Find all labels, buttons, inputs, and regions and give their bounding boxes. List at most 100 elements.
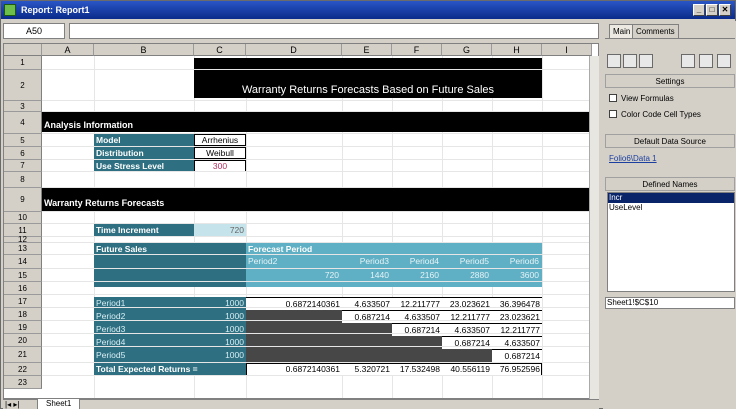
forecast-value[interactable]: 0.6872140361 <box>246 297 342 310</box>
empty-cell[interactable] <box>246 310 342 323</box>
distribution-value[interactable]: Weibull <box>194 147 246 159</box>
view-formulas-checkbox[interactable] <box>609 94 617 102</box>
select-all-corner[interactable] <box>4 44 42 56</box>
sales-value[interactable]: 1000 <box>194 349 246 362</box>
distribution-label: Distribution <box>94 147 194 159</box>
column-header[interactable]: C <box>194 44 246 56</box>
sales-value[interactable]: 1000 <box>194 297 246 310</box>
formula-input[interactable] <box>69 23 599 39</box>
forecast-value[interactable]: 4.633507 <box>392 310 442 323</box>
period-header: Period6 <box>509 256 539 266</box>
color-code-label: Color Code Cell Types <box>621 110 701 119</box>
row-header[interactable]: 23 <box>4 376 42 389</box>
color-code-checkbox[interactable] <box>609 110 617 118</box>
forecast-value[interactable]: 12.211777 <box>392 297 442 310</box>
defined-names-list: Incr UseLevel <box>607 192 735 292</box>
sales-period-label: Period4 <box>94 336 194 349</box>
defined-name-item[interactable]: Incr <box>608 193 734 203</box>
sales-value[interactable]: 1000 <box>194 323 246 336</box>
forecast-value[interactable]: 4.633507 <box>492 336 542 349</box>
forecast-value[interactable]: 0.687214 <box>492 349 542 362</box>
row-header[interactable]: 6 <box>4 147 42 160</box>
report-title: Warranty Returns Forecasts Based on Futu… <box>194 58 542 98</box>
default-source-link[interactable]: Folio6\Data 1 <box>609 154 657 163</box>
empty-cell[interactable] <box>392 336 442 349</box>
sheet-tab[interactable]: Sheet1 <box>37 399 81 409</box>
spreadsheet-grid[interactable]: A B C D E F G H I 1 2 3 4 5 6 7 8 9 10 11 12 13 14 15 1… <box>3 43 599 399</box>
title-bar: Report: Report1 _ □ ✕ <box>1 1 735 19</box>
column-header[interactable]: E <box>342 44 392 56</box>
forecast-value[interactable]: 0.687214 <box>342 310 392 323</box>
row-header[interactable]: 9 <box>4 188 42 212</box>
row-header[interactable]: 4 <box>4 112 42 134</box>
tab-nav-arrows[interactable]: |◂ ▸| <box>5 400 19 409</box>
minimize-button[interactable]: _ <box>693 4 705 16</box>
forecast-value[interactable]: 0.687214 <box>392 323 442 336</box>
empty-cell[interactable] <box>342 336 392 349</box>
forecast-value[interactable]: 12.211777 <box>442 310 492 323</box>
row-header[interactable]: 8 <box>4 172 42 188</box>
row-header[interactable]: 3 <box>4 101 42 112</box>
sales-value[interactable]: 1000 <box>194 310 246 323</box>
function-icon[interactable] <box>607 54 621 68</box>
columns-icon[interactable] <box>639 54 653 68</box>
vertical-scrollbar[interactable] <box>589 56 599 399</box>
defined-name-item[interactable]: UseLevel <box>608 203 734 213</box>
forecast-value[interactable]: 4.633507 <box>342 297 392 310</box>
sales-value[interactable]: 1000 <box>194 336 246 349</box>
side-panel: Main Comments Settings View Formulas Col… <box>603 21 736 409</box>
row-header[interactable]: 10 <box>4 212 42 224</box>
sales-period-label: Period1 <box>94 297 194 310</box>
tab-main[interactable]: Main <box>609 24 635 38</box>
row-header[interactable]: 22 <box>4 363 42 376</box>
forecast-value[interactable]: 0.687214 <box>442 336 492 349</box>
formula-bar: A50 <box>3 21 599 41</box>
row-header[interactable]: 18 <box>4 308 42 321</box>
column-header[interactable]: A <box>42 44 94 56</box>
empty-cell[interactable] <box>342 323 392 336</box>
row-header[interactable]: 13 <box>4 243 42 255</box>
cell-reference-box[interactable]: A50 <box>3 23 65 39</box>
period-header: Period3 <box>359 256 389 266</box>
row-header[interactable]: 19 <box>4 321 42 334</box>
column-header[interactable]: G <box>442 44 492 56</box>
chart-icon[interactable] <box>681 54 695 68</box>
maximize-button[interactable]: □ <box>706 4 718 16</box>
empty-cell[interactable] <box>392 349 442 362</box>
row-header[interactable]: 15 <box>4 269 42 282</box>
row-header[interactable]: 20 <box>4 334 42 347</box>
row-header[interactable]: 2 <box>4 70 42 101</box>
forecast-value[interactable]: 4.633507 <box>442 323 492 336</box>
row-header[interactable]: 7 <box>4 160 42 172</box>
column-header[interactable]: I <box>542 44 592 56</box>
sheet-tab-bar: |◂ ▸| Sheet1 <box>3 399 599 409</box>
column-header[interactable]: H <box>492 44 542 56</box>
row-header[interactable]: 1 <box>4 56 42 70</box>
forecast-value[interactable]: 23.023621 <box>442 297 492 310</box>
table-icon[interactable] <box>623 54 637 68</box>
forecast-value[interactable]: 36.396478 <box>492 297 542 310</box>
row-header[interactable]: 21 <box>4 347 42 363</box>
row-header[interactable]: 5 <box>4 134 42 147</box>
column-header[interactable]: D <box>246 44 342 56</box>
row-header[interactable]: 16 <box>4 282 42 295</box>
forecast-value[interactable]: 23.023621 <box>492 310 542 323</box>
empty-cell[interactable] <box>246 349 342 362</box>
column-header[interactable]: F <box>392 44 442 56</box>
column-header[interactable]: B <box>94 44 194 56</box>
model-value[interactable]: Arrhenius <box>194 134 246 146</box>
empty-cell[interactable] <box>246 336 342 349</box>
tab-comments[interactable]: Comments <box>632 24 679 38</box>
empty-cell[interactable] <box>442 349 492 362</box>
default-source-header: Default Data Source <box>605 134 735 148</box>
edit-icon[interactable] <box>699 54 713 68</box>
row-header[interactable]: 17 <box>4 295 42 308</box>
forecast-value[interactable]: 12.211777 <box>492 323 542 336</box>
period-header: Period4 <box>409 256 439 266</box>
empty-cell[interactable] <box>246 323 342 336</box>
close-button[interactable]: ✕ <box>719 4 731 16</box>
empty-cell[interactable] <box>342 349 392 362</box>
row-header[interactable]: 14 <box>4 255 42 269</box>
name-reference-field[interactable]: Sheet1!$C$10 <box>605 297 735 309</box>
refresh-icon[interactable] <box>717 54 731 68</box>
